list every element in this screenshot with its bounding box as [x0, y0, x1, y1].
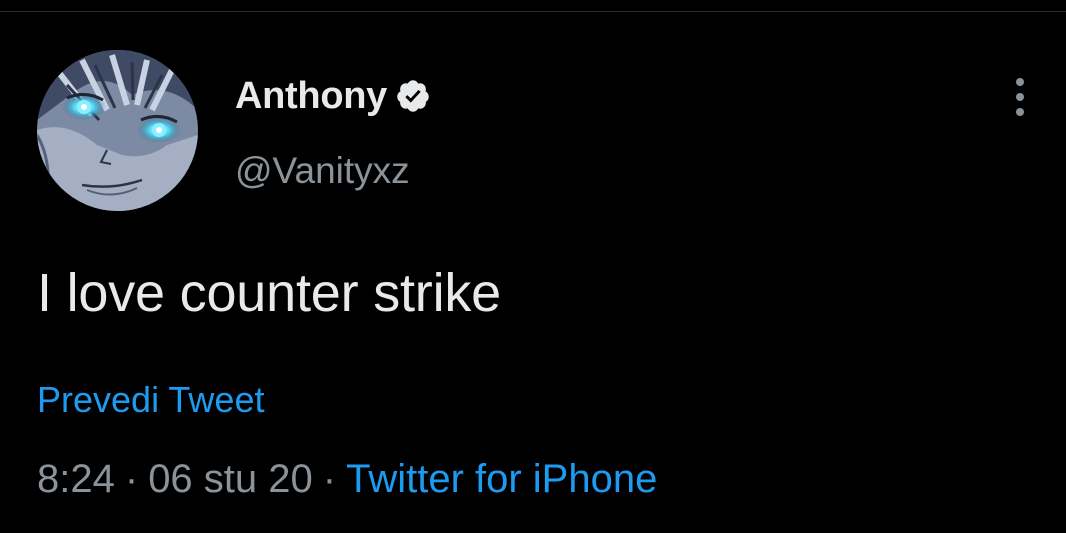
author-handle[interactable]: @Vanityxz	[235, 150, 410, 192]
tweet-date[interactable]: 06 stu 20	[148, 457, 313, 501]
tweet-meta: 8:24 · 06 stu 20 · Twitter for iPhone	[37, 457, 657, 502]
translate-tweet-link[interactable]: Prevedi Tweet	[37, 379, 264, 421]
verified-badge-icon	[395, 78, 431, 114]
meta-separator: ·	[322, 457, 337, 501]
more-vertical-icon-dot	[1016, 93, 1024, 101]
meta-separator: ·	[124, 457, 139, 501]
more-options-button[interactable]	[1004, 74, 1036, 120]
more-vertical-icon	[1016, 78, 1024, 86]
tweet-time[interactable]: 8:24	[37, 457, 115, 501]
display-name[interactable]: Anthony	[235, 75, 387, 118]
more-vertical-icon-dot	[1016, 108, 1024, 116]
avatar[interactable]	[37, 50, 198, 211]
author-name-row: Anthony	[235, 72, 431, 120]
tweet-source-link[interactable]: Twitter for iPhone	[346, 457, 657, 501]
top-divider	[0, 11, 1066, 12]
tweet-text: I love counter strike	[37, 263, 502, 323]
avatar-image	[37, 50, 198, 211]
